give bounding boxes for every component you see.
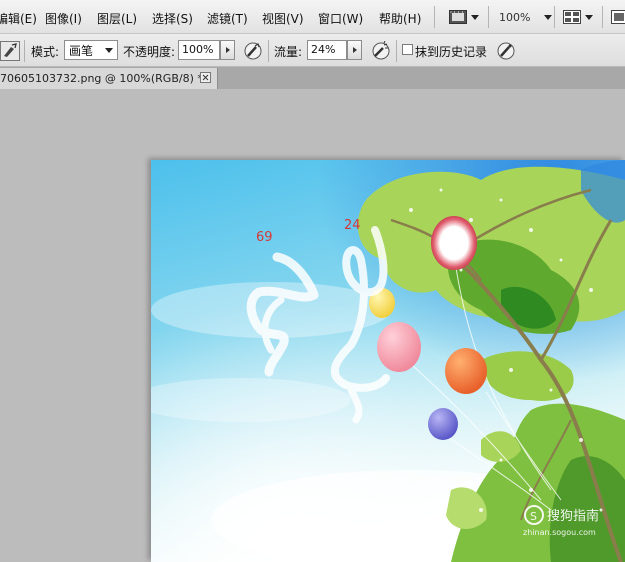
opacity-pressure-button[interactable] [243, 41, 263, 64]
annotation-label-2: 24 [344, 218, 361, 233]
menu-window[interactable]: 窗口(W) [318, 10, 363, 27]
image-canvas[interactable]: 69 24 S 搜狗指南 zhinan.sogou.com [151, 160, 625, 562]
options-divider [396, 40, 397, 62]
opacity-slider-toggle[interactable] [220, 40, 235, 60]
annotation-label-1: 69 [256, 230, 273, 245]
menu-layer[interactable]: 图层(L) [97, 10, 137, 27]
menu-divider [602, 6, 603, 28]
document-tab[interactable]: 70605103732.png @ 100%(RGB/8) * [0, 68, 218, 89]
menu-help[interactable]: 帮助(H) [379, 10, 421, 27]
pink-balloon [377, 322, 421, 372]
watermark-text: 搜狗指南 [547, 508, 599, 524]
options-divider [24, 40, 25, 62]
purple-balloon [428, 408, 458, 440]
menu-image[interactable]: 图像(I) [45, 10, 82, 27]
opacity-label: 不透明度: [123, 45, 176, 59]
red-balloon [431, 216, 477, 270]
zoom-level-select[interactable]: 100% [499, 8, 553, 26]
watermark: S 搜狗指南 zhinan.sogou.com [523, 505, 599, 537]
mode-value: 画笔 [69, 43, 94, 58]
airbrush-icon [372, 40, 390, 60]
history-brush-icon [0, 41, 20, 61]
screen-mode-icon [611, 10, 625, 24]
orange-balloon [445, 348, 487, 394]
grid-layout-icon [563, 10, 581, 24]
document-tab-title: 70605103732.png @ 100%(RGB/8) * [0, 72, 203, 85]
zoom-level-value: 100% [499, 10, 531, 24]
arrange-documents-button[interactable] [563, 8, 593, 26]
document-tab-bar: 70605103732.png @ 100%(RGB/8) * [0, 67, 625, 89]
airbrush-button[interactable] [371, 40, 391, 64]
menu-edit[interactable]: 编辑(E) [0, 10, 37, 27]
film-strip-icon [449, 10, 467, 24]
flow-input[interactable]: 24% [307, 40, 347, 60]
menu-select[interactable]: 选择(S) [152, 10, 193, 27]
tablet-pressure-button[interactable] [496, 41, 516, 64]
tool-preset-picker[interactable] [0, 41, 20, 61]
chevron-down-icon [585, 14, 593, 20]
menu-filter[interactable]: 滤镜(T) [207, 10, 248, 27]
screen-mode-button[interactable] [611, 8, 625, 26]
options-bar: 模式: 画笔 不透明度: 100% 流量: 24% 抹到历史记录 [0, 34, 625, 67]
menu-divider [554, 6, 555, 28]
chevron-down-icon [544, 14, 553, 20]
erase-to-history-checkbox[interactable] [402, 44, 413, 55]
opacity-input[interactable]: 100% [178, 40, 220, 60]
brush-pressure-icon [497, 42, 515, 60]
mode-select[interactable]: 画笔 [64, 40, 118, 60]
screen-layout-button[interactable] [449, 8, 479, 26]
menu-divider [434, 6, 435, 28]
svg-text:S: S [530, 510, 537, 523]
chevron-down-icon [105, 47, 113, 53]
watermark-url: zhinan.sogou.com [523, 528, 596, 537]
menu-divider [488, 6, 489, 28]
chevron-down-icon [471, 14, 479, 20]
close-icon[interactable] [200, 72, 211, 83]
flow-label: 流量: [274, 45, 303, 59]
artwork: 69 24 S 搜狗指南 zhinan.sogou.com [151, 160, 625, 562]
mode-label: 模式: [31, 45, 60, 59]
menu-view[interactable]: 视图(V) [262, 10, 304, 27]
airbrush-pressure-icon [244, 42, 262, 60]
menu-bar: 编辑(E) 图像(I) 图层(L) 选择(S) 滤镜(T) 视图(V) 窗口(W… [0, 0, 625, 34]
options-divider [268, 40, 269, 62]
flow-slider-toggle[interactable] [347, 40, 362, 60]
erase-to-history-label: 抹到历史记录 [415, 45, 488, 59]
